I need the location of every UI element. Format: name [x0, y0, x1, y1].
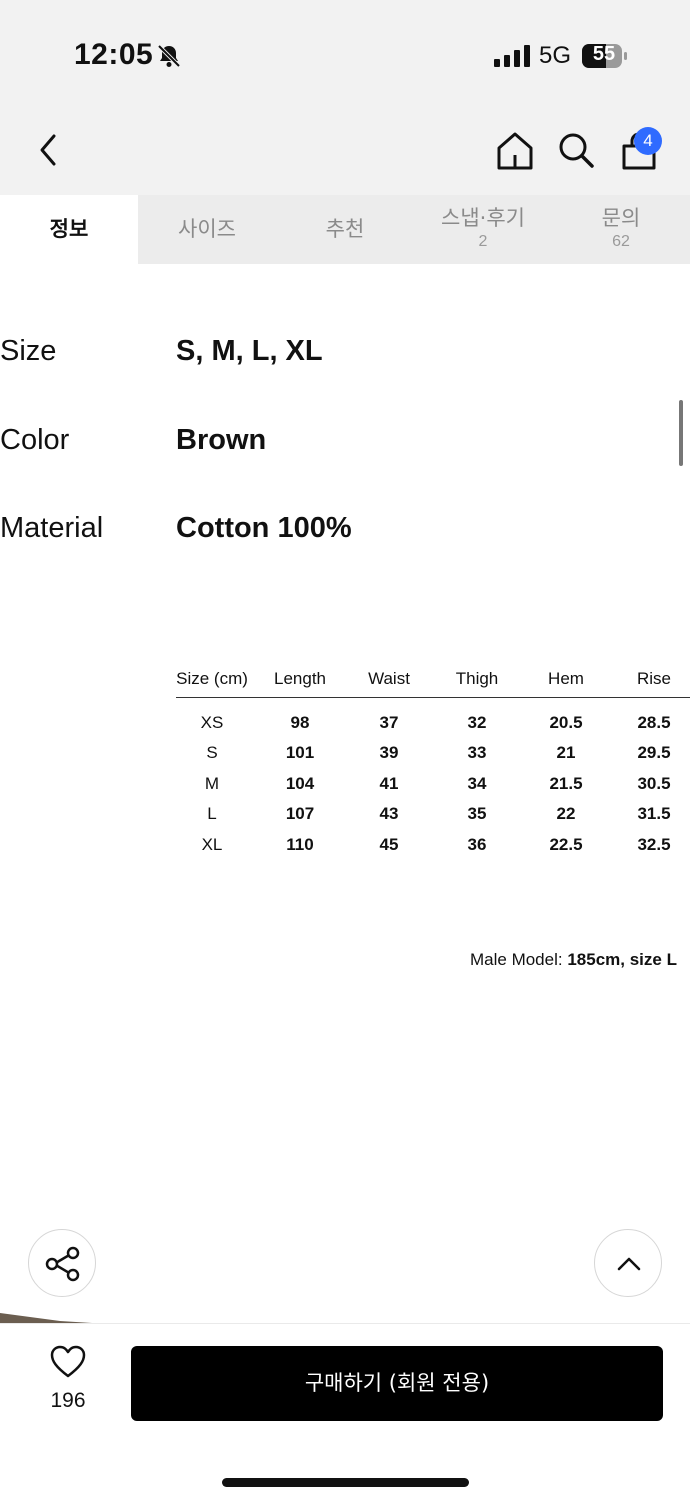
spec-value-size: S, M, L, XL [176, 335, 323, 367]
length-cell: 98 [290, 713, 310, 732]
rise-cell: 28.5 [637, 713, 671, 732]
table-row: S 101 39 33 21 29.5 [176, 738, 690, 768]
bell-muted-icon [157, 44, 181, 68]
size-cell: XL [201, 834, 223, 854]
waist-cell: 45 [379, 834, 399, 854]
model-size-note: Male Model: 185cm, size L [470, 950, 677, 970]
length-cell: 107 [285, 804, 315, 824]
tab-recommend[interactable]: 추천 [276, 195, 414, 264]
cart-count-badge: 4 [634, 127, 662, 155]
like-button[interactable]: 196 [34, 1345, 102, 1421]
spec-value-color: Brown [176, 424, 267, 456]
status-time: 12:05 [74, 38, 154, 71]
hem-cell: 21 [556, 743, 576, 763]
header-cell: Rise [636, 669, 671, 688]
thigh-cell: 36 [467, 834, 487, 854]
table-row: L 107 43 35 22 31.5 [176, 799, 690, 829]
network-type: 5G [539, 42, 572, 69]
tab-snap-review[interactable]: 스냅·후기 2 [414, 195, 552, 264]
scrollbar[interactable] [679, 400, 683, 466]
header-cell: Size (cm) [176, 669, 248, 688]
waist-cell: 37 [379, 713, 399, 732]
top-bar: 12:05 5G 55 4 [0, 0, 690, 195]
tab-label: 문의 [601, 206, 641, 230]
model-size: size L [629, 950, 677, 969]
tab-label: 정보 [49, 217, 89, 241]
chevron-left-icon[interactable] [30, 128, 64, 172]
size-cell: XS [200, 713, 224, 732]
hem-cell: 21.5 [549, 773, 583, 793]
scroll-top-button[interactable] [594, 1229, 662, 1297]
length-cell: 104 [285, 773, 315, 793]
header-cell: Thigh [455, 669, 499, 688]
heart-icon [50, 1345, 86, 1378]
hem-cell: 20.5 [549, 713, 583, 732]
table-row: XL 110 45 36 22.5 32.5 [176, 830, 690, 860]
home-indicator [222, 1478, 469, 1487]
rise-cell: 29.5 [637, 743, 671, 763]
tab-inquiry[interactable]: 문의 62 [552, 195, 690, 264]
home-icon[interactable] [494, 130, 536, 172]
search-icon[interactable] [556, 130, 596, 170]
length-cell: 101 [285, 743, 315, 763]
table-row: M 104 41 34 21.5 30.5 [176, 769, 690, 799]
tab-label: 추천 [325, 217, 365, 241]
thigh-cell: 35 [467, 804, 487, 824]
spec-label-color: Color [0, 424, 70, 456]
tab-label: 사이즈 [178, 217, 236, 241]
model-note-prefix: Male Model: [470, 950, 568, 969]
tab-info[interactable]: 정보 [0, 195, 138, 264]
thigh-cell: 34 [467, 773, 487, 793]
cellular-signal-icon [494, 45, 530, 67]
tab-size[interactable]: 사이즈 [138, 195, 276, 264]
header-cell: Waist [368, 669, 410, 688]
rise-cell: 31.5 [637, 804, 671, 824]
hem-cell: 22.5 [549, 834, 583, 854]
thigh-cell: 33 [467, 743, 487, 763]
length-cell: 110 [286, 834, 314, 854]
size-cell: L [207, 804, 217, 824]
tab-bar: 정보 사이즈 추천 스냅·후기 2 문의 62 [0, 195, 690, 264]
chevron-up-icon [617, 1257, 641, 1271]
thigh-cell: 32 [467, 713, 487, 732]
table-row: XS 98 37 32 20.5 28.5 [176, 708, 690, 738]
spec-label-size: Size [0, 335, 57, 367]
header-cell: Hem [548, 669, 584, 688]
rise-cell: 32.5 [637, 834, 671, 854]
spec-label-material: Material [0, 512, 104, 544]
waist-cell: 43 [379, 804, 399, 824]
tab-count: 62 [612, 233, 630, 250]
size-cell: M [204, 773, 220, 793]
tab-count: 2 [478, 233, 488, 250]
battery-level: 55 [592, 43, 616, 65]
buy-button[interactable]: 구매하기 (회원 전용) [131, 1346, 663, 1421]
share-icon [45, 1246, 80, 1282]
model-height: 185cm [567, 950, 621, 969]
size-table-header: Size (cm) Length Waist Thigh Hem Rise [176, 664, 690, 698]
hem-cell: 22 [556, 804, 576, 824]
like-count: 196 [50, 1389, 86, 1412]
model-note-separator: , [620, 950, 630, 969]
tab-label: 스냅·후기 [441, 206, 525, 230]
size-cell: S [206, 743, 218, 763]
share-button[interactable] [28, 1229, 96, 1297]
spec-value-material: Cotton 100% [176, 512, 352, 544]
size-table: Size (cm) Length Waist Thigh Hem Rise XS… [176, 664, 690, 860]
header-cell: Length [274, 669, 326, 688]
waist-cell: 41 [379, 773, 399, 793]
waist-cell: 39 [379, 743, 399, 763]
rise-cell: 30.5 [637, 773, 671, 793]
